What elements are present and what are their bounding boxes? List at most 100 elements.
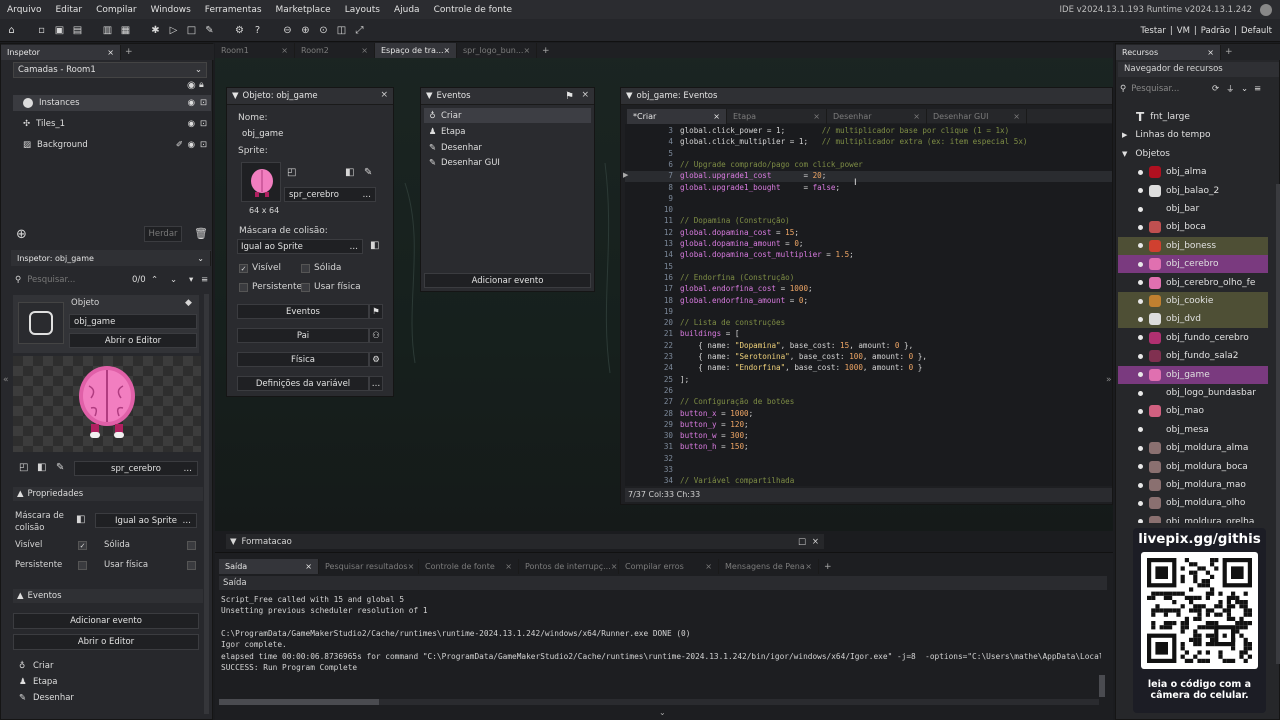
- resource-item[interactable]: obj_balao_2: [1118, 182, 1268, 200]
- resource-item[interactable]: obj_moldura_mao: [1118, 476, 1268, 494]
- layer-tiles[interactable]: ✣ Tiles_1 ◉ ⊡: [13, 116, 211, 132]
- target-selector[interactable]: Testar | VM | Padrão | Default: [1140, 19, 1272, 42]
- close-icon[interactable]: ×: [361, 46, 368, 55]
- lock-icon[interactable]: ⊡: [200, 119, 207, 129]
- close-icon[interactable]: ×: [281, 46, 288, 55]
- menu-ferramentas[interactable]: Ferramentas: [198, 5, 269, 15]
- resource-item[interactable]: obj_fundo_sala2: [1118, 347, 1268, 365]
- resource-item[interactable]: obj_moldura_olho: [1118, 494, 1268, 512]
- event-draw-gui[interactable]: ✎ Desenhar GUI: [424, 155, 591, 170]
- tab-inspector[interactable]: Inspetor ×: [1, 44, 121, 60]
- code-area[interactable]: 3 global.click_power = 1; // multiplicado…: [625, 124, 1112, 486]
- brush-icon[interactable]: ✐: [176, 140, 183, 150]
- menu-controle-de-fonte[interactable]: Controle de fonte: [427, 5, 520, 15]
- add-event-button[interactable]: Adicionar evento: [424, 273, 591, 288]
- gear-icon[interactable]: ⚙: [369, 352, 383, 367]
- new-project-icon[interactable]: ▫: [34, 23, 49, 38]
- more-icon[interactable]: …: [369, 376, 383, 391]
- avatar[interactable]: [1260, 3, 1272, 16]
- properties-header[interactable]: ▲ Propriedades: [13, 487, 203, 501]
- fullscreen-icon[interactable]: ⤢: [352, 23, 367, 38]
- close-icon[interactable]: ×: [812, 537, 819, 547]
- chevron-down-icon[interactable]: ⌄: [197, 254, 204, 263]
- collapse-icon[interactable]: ▼: [426, 91, 433, 101]
- mask-edit-icon[interactable]: ◧: [76, 514, 85, 525]
- output-tab[interactable]: Pontos de interrupç... ×: [519, 559, 619, 574]
- add-tab-icon[interactable]: +: [542, 46, 550, 56]
- close-icon[interactable]: ×: [813, 112, 820, 121]
- resource-item[interactable]: obj_boness: [1118, 236, 1268, 255]
- inherit-button[interactable]: Herdar: [144, 226, 182, 242]
- left-collapse-icon[interactable]: «: [3, 375, 9, 385]
- event-create[interactable]: ♁ Criar: [424, 108, 591, 123]
- close-icon[interactable]: ×: [611, 562, 618, 571]
- close-icon[interactable]: ×: [581, 90, 589, 100]
- package-icon[interactable]: ▥: [100, 23, 115, 38]
- stop-icon[interactable]: □: [184, 23, 199, 38]
- menu-marketplace[interactable]: Marketplace: [269, 5, 338, 15]
- filter-icon[interactable]: ⏚: [1226, 83, 1235, 95]
- layer-instances[interactable]: Instances ◉ ⊡: [13, 95, 211, 111]
- eye-icon[interactable]: ◉: [188, 98, 195, 108]
- close-icon[interactable]: ×: [444, 46, 451, 55]
- resource-item[interactable]: obj_moldura_alma: [1118, 439, 1268, 457]
- zoom-reset-icon[interactable]: ⊙: [316, 23, 331, 38]
- event-draw[interactable]: ✎ Desenhar: [424, 140, 591, 155]
- persistent-checkbox[interactable]: [239, 283, 248, 292]
- menu-ajuda[interactable]: Ajuda: [387, 5, 427, 15]
- add-tab-icon[interactable]: +: [824, 562, 832, 572]
- collapse-icon[interactable]: ▼: [626, 91, 633, 101]
- close-icon[interactable]: ×: [305, 562, 312, 571]
- save-icon[interactable]: ▤: [70, 23, 85, 38]
- object-name-input[interactable]: obj_game: [237, 126, 383, 141]
- target-vm[interactable]: VM: [1177, 26, 1190, 36]
- physics-checkbox[interactable]: [187, 561, 196, 570]
- chevron-down-icon[interactable]: ⌄: [659, 708, 666, 717]
- output-log[interactable]: Script_Free called with 15 and global 5 U…: [217, 595, 1101, 705]
- resource-item[interactable]: ▼ Objetos: [1118, 145, 1268, 163]
- menu-windows[interactable]: Windows: [144, 5, 198, 15]
- resource-item[interactable]: obj_mesa: [1118, 421, 1268, 439]
- menu-icon[interactable]: ≡: [201, 275, 208, 285]
- eye-icon[interactable]: ◉: [188, 119, 195, 129]
- eye-icon[interactable]: ◉: [188, 140, 195, 150]
- close-icon[interactable]: ×: [913, 112, 920, 121]
- output-vscrollbar[interactable]: [1099, 675, 1105, 697]
- eye-icon[interactable]: ◉: [187, 80, 196, 91]
- open-editor-button[interactable]: Abrir o Editor: [69, 333, 197, 348]
- close-icon[interactable]: ×: [408, 562, 415, 571]
- collapse-icon[interactable]: ▼: [230, 537, 237, 547]
- resource-item[interactable]: obj_alma: [1118, 163, 1268, 181]
- sprite-select[interactable]: spr_cerebro…: [284, 187, 376, 202]
- output-tab[interactable]: Controle de fonte ×: [419, 559, 519, 574]
- resource-item[interactable]: obj_moldura_boca: [1118, 458, 1268, 476]
- hierarchy-icon[interactable]: ⚇: [369, 328, 383, 343]
- close-icon[interactable]: ×: [1013, 112, 1020, 121]
- tab-workspace[interactable]: Espaço de tra... ×: [375, 43, 457, 58]
- down-icon[interactable]: ⌄: [170, 275, 177, 285]
- physics-button[interactable]: Física: [237, 352, 369, 367]
- tab-room2[interactable]: Room2 ×: [295, 43, 375, 58]
- debug-icon[interactable]: ✱: [148, 23, 163, 38]
- run-icon[interactable]: ▷: [166, 23, 181, 38]
- close-icon[interactable]: ×: [805, 562, 812, 571]
- resource-item[interactable]: obj_logo_bundasbar: [1118, 384, 1268, 402]
- inspector-search[interactable]: ⚲ Pesquisar... 0/0 ⌃ ⌄ ▾ ≡: [15, 273, 211, 287]
- add-tab-icon[interactable]: +: [125, 47, 133, 57]
- new-sprite-icon[interactable]: ◰: [287, 167, 296, 178]
- visible-checkbox[interactable]: ✓: [239, 264, 248, 273]
- resource-item[interactable]: obj_bar: [1118, 200, 1268, 218]
- resource-scrollbar[interactable]: [1276, 184, 1280, 664]
- fit-icon[interactable]: ◫: [334, 23, 349, 38]
- tab-resources[interactable]: Recursos ×: [1116, 44, 1221, 60]
- mask-select[interactable]: Igual ao Sprite…: [95, 513, 197, 528]
- event-item-step[interactable]: ♟ Etapa: [19, 677, 58, 687]
- tag-icon[interactable]: ◆: [185, 298, 192, 308]
- close-icon[interactable]: ×: [523, 46, 530, 55]
- resource-item[interactable]: obj_cookie: [1118, 292, 1268, 310]
- maximize-icon[interactable]: □: [798, 537, 806, 547]
- event-item-draw[interactable]: ✎ Desenhar: [19, 693, 74, 703]
- tab-draw[interactable]: Desenhar ×: [827, 108, 927, 124]
- tab-room1[interactable]: Room1 ×: [215, 43, 295, 58]
- close-icon[interactable]: ×: [505, 562, 512, 571]
